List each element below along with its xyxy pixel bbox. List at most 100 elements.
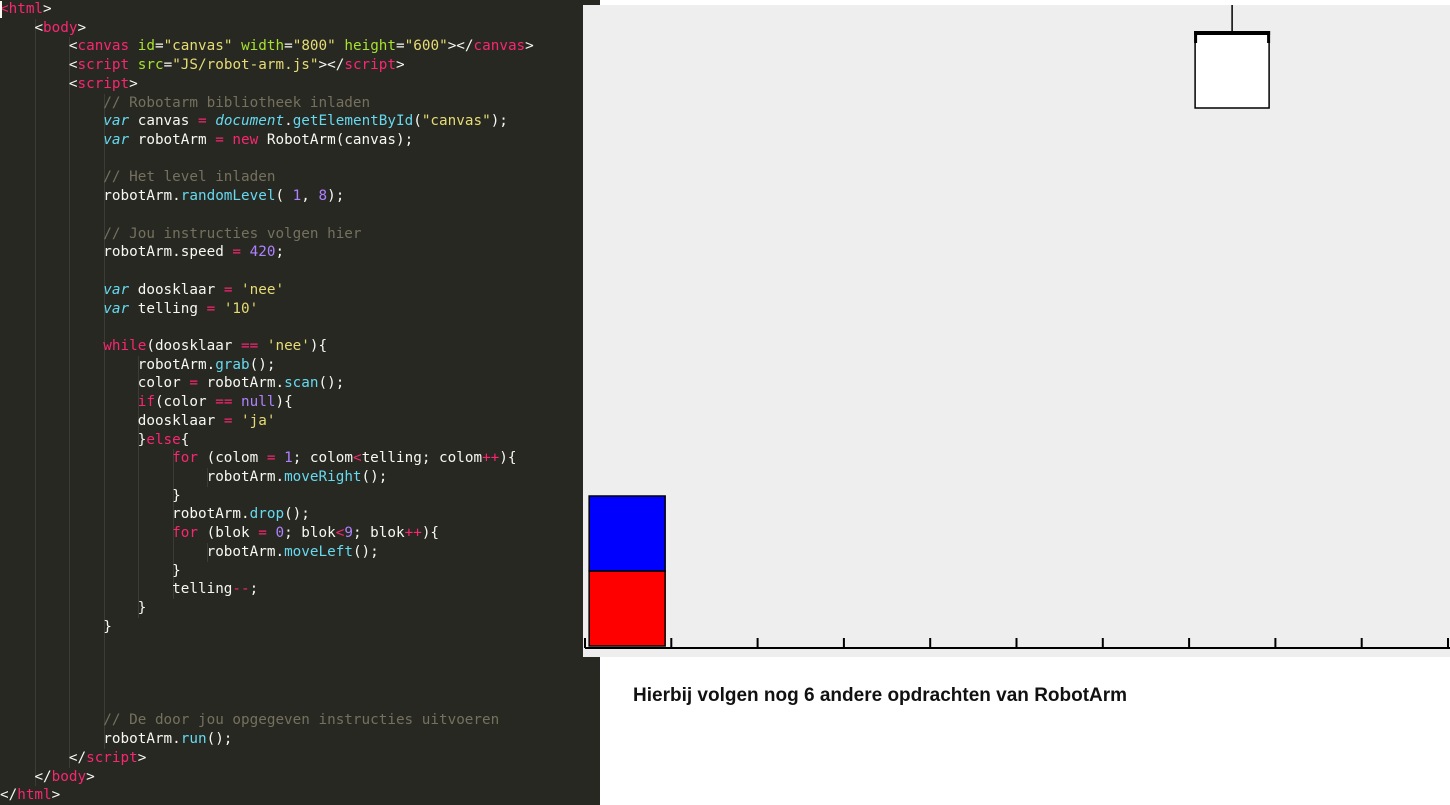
code-token: robotArm. bbox=[172, 506, 250, 523]
code-token: ++ bbox=[404, 525, 422, 542]
code-token: new bbox=[232, 132, 259, 149]
code-token: telling bbox=[172, 581, 233, 598]
code-token: robotArm bbox=[129, 132, 216, 149]
code-token: 8 bbox=[318, 188, 328, 205]
code-token: ; colom bbox=[292, 450, 353, 467]
code-token: src bbox=[137, 57, 164, 74]
code-line: <body> bbox=[0, 19, 86, 38]
code-token: // De door jou opgegeven instructies uit… bbox=[103, 712, 500, 729]
code-token: "canvas" bbox=[163, 38, 233, 55]
code-line: } bbox=[0, 487, 181, 506]
code-token: telling; colom bbox=[361, 450, 483, 467]
code-line: robotArm.moveRight(); bbox=[0, 468, 388, 487]
code-token: (doosklaar bbox=[146, 337, 242, 354]
code-token: telling bbox=[129, 300, 207, 317]
code-token: document bbox=[215, 113, 285, 130]
block bbox=[588, 495, 666, 572]
arm-claw-right bbox=[1267, 31, 1271, 43]
code-token: 1 bbox=[284, 450, 293, 467]
code-token: canvas bbox=[77, 38, 130, 55]
code-token: > bbox=[137, 749, 147, 766]
code-token: robotArm. bbox=[103, 731, 181, 748]
code-token: </ bbox=[0, 787, 18, 804]
code-token: null bbox=[241, 394, 276, 411]
code-token: "600" bbox=[404, 38, 448, 55]
code-line: <script src="JS/robot-arm.js"></script> bbox=[0, 56, 405, 75]
code-token: (); bbox=[352, 543, 379, 560]
code-token: ; bbox=[275, 244, 285, 261]
code-token: "800" bbox=[292, 38, 336, 55]
code-token: (); bbox=[249, 356, 276, 373]
code-token: "JS/robot-arm.js" bbox=[172, 57, 319, 74]
code-token: var bbox=[103, 300, 130, 317]
code-token: html bbox=[17, 787, 52, 804]
code-line: }else{ bbox=[0, 431, 190, 450]
code-line: } bbox=[0, 618, 112, 637]
code-token: { bbox=[180, 431, 190, 448]
arm-claw-left bbox=[1194, 31, 1198, 43]
code-line: </html> bbox=[0, 786, 60, 805]
code-token: 'nee' bbox=[266, 337, 310, 354]
code-token: (); bbox=[361, 469, 388, 485]
code-line: if(color == null){ bbox=[0, 393, 293, 412]
code-line: robotArm.randomLevel( 1, 8); bbox=[0, 187, 344, 206]
code-token: doosklaar bbox=[129, 281, 224, 298]
code-token: robotArm.speed bbox=[103, 244, 233, 261]
text-cursor bbox=[0, 1, 2, 18]
code-token: -- bbox=[232, 581, 250, 598]
code-token: body bbox=[51, 768, 87, 785]
code-token: scan bbox=[284, 375, 319, 392]
code-token: = bbox=[198, 113, 207, 130]
code-token: width bbox=[241, 38, 285, 55]
code-token: </ bbox=[34, 768, 52, 785]
arm-gripper-top bbox=[1194, 31, 1271, 35]
code-line: var telling = '10' bbox=[0, 300, 258, 319]
code-line: robotArm.grab(); bbox=[0, 356, 276, 375]
code-token: script bbox=[86, 749, 138, 766]
code-editor[interactable]: <html> <body> <canvas id="canvas" width=… bbox=[0, 0, 600, 805]
code-token: while bbox=[103, 337, 147, 354]
code-line: for (colom = 1; colom<telling; colom++){ bbox=[0, 449, 516, 468]
code-token: var bbox=[103, 132, 130, 149]
code-token: ; bbox=[249, 581, 259, 598]
code-token: ( bbox=[275, 188, 293, 205]
code-token: robotArm. bbox=[198, 375, 285, 392]
code-token: ){ bbox=[275, 394, 293, 411]
code-line: // De door jou opgegeven instructies uit… bbox=[0, 711, 499, 730]
code-token: RobotArm(canvas); bbox=[258, 132, 414, 149]
code-token: </ bbox=[68, 749, 87, 766]
code-line: <script> bbox=[0, 75, 138, 94]
code-token: run bbox=[180, 731, 207, 748]
code-line: </script> bbox=[0, 749, 146, 768]
code-line: robotArm.run(); bbox=[0, 730, 232, 749]
code-token: > bbox=[51, 787, 61, 804]
code-token: > bbox=[43, 1, 52, 17]
code-token: > bbox=[77, 19, 87, 36]
code-token: script bbox=[77, 75, 130, 92]
code-line: var robotArm = new RobotArm(canvas); bbox=[0, 131, 413, 150]
code-line: } bbox=[0, 562, 181, 581]
code-token: (); bbox=[284, 506, 310, 523]
code-token: ( bbox=[413, 113, 422, 130]
